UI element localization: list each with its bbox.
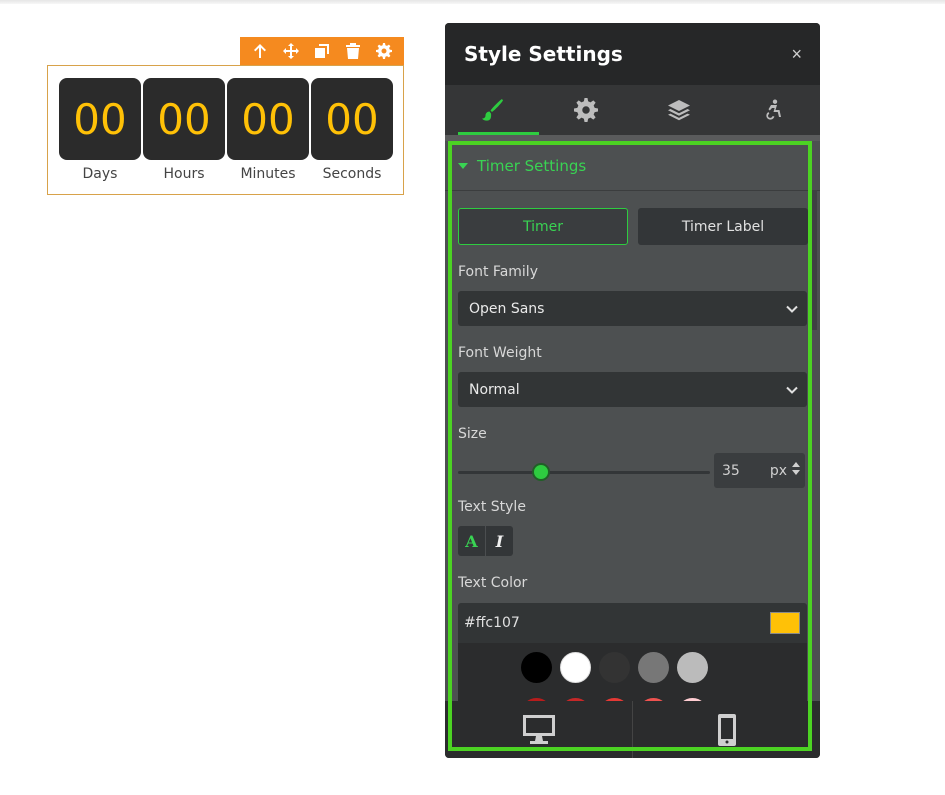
palette-color-swatch[interactable] <box>638 652 669 683</box>
text-color-label: Text Color <box>458 575 528 591</box>
section-toggle[interactable]: Timer Settings <box>445 141 820 191</box>
countdown-label: Seconds <box>322 166 382 182</box>
delete-button[interactable] <box>340 38 366 64</box>
caret-down-icon <box>458 162 468 169</box>
element-toolbar <box>240 37 404 65</box>
chevron-down-icon <box>786 386 798 394</box>
copy-icon <box>314 44 329 58</box>
brush-icon <box>481 99 503 121</box>
accessibility-icon <box>766 99 782 120</box>
font-family-select[interactable]: Open Sans <box>458 291 807 326</box>
mobile-view-button[interactable] <box>632 701 820 758</box>
panel-header: Style Settings × <box>445 23 820 85</box>
palette-color-swatch[interactable] <box>521 652 552 683</box>
text-style-toggle: A I <box>458 526 513 556</box>
size-value: 35 <box>722 462 740 479</box>
move-icon <box>282 43 299 59</box>
size-slider-track[interactable] <box>458 471 710 474</box>
close-button[interactable]: × <box>791 44 802 65</box>
device-switcher <box>445 701 820 758</box>
duplicate-button[interactable] <box>309 38 335 64</box>
timer-settings-section: Timer Settings Timer Timer Label Font Fa… <box>445 141 820 703</box>
style-settings-panel: Style Settings × Timer Settings Timer Ti… <box>445 23 820 758</box>
countdown-timer[interactable]: 00 Days 00 Hours 00 Minutes 00 Seconds <box>47 65 404 195</box>
font-family-value: Open Sans <box>469 300 545 317</box>
element-settings-button[interactable] <box>371 38 397 64</box>
countdown-seconds: 00 Seconds <box>311 78 393 182</box>
countdown-value: 00 <box>311 78 393 160</box>
text-style-label: Text Style <box>458 499 526 515</box>
tab-settings[interactable] <box>539 85 633 135</box>
page-top-border <box>0 0 945 4</box>
desktop-icon <box>522 714 555 744</box>
palette-color-swatch[interactable] <box>560 652 591 683</box>
size-slider-handle[interactable] <box>532 463 551 481</box>
layers-icon <box>668 100 691 121</box>
drag-button[interactable] <box>278 38 304 64</box>
tab-layers[interactable] <box>633 85 727 135</box>
palette-color-swatch[interactable] <box>677 652 708 683</box>
panel-title: Style Settings <box>464 42 623 66</box>
countdown-label: Minutes <box>240 166 296 182</box>
countdown-label: Hours <box>163 166 205 182</box>
countdown-value: 00 <box>143 78 225 160</box>
italic-button[interactable]: I <box>486 526 513 556</box>
font-weight-select[interactable]: Normal <box>458 372 807 407</box>
gear-icon <box>573 98 598 122</box>
tab-style[interactable] <box>445 85 539 135</box>
desktop-view-button[interactable] <box>445 701 632 758</box>
text-color-value: #ffc107 <box>464 615 520 631</box>
font-weight-value: Normal <box>469 381 520 398</box>
size-unit: px <box>769 462 787 479</box>
palette-color-swatch[interactable] <box>599 652 630 683</box>
color-palette <box>458 643 807 703</box>
countdown-hours: 00 Hours <box>143 78 225 182</box>
panel-tabs <box>445 85 820 135</box>
bold-button[interactable]: A <box>458 526 486 556</box>
font-family-label: Font Family <box>458 264 538 280</box>
text-color-input[interactable]: #ffc107 <box>458 603 807 643</box>
timer-tab-button[interactable]: Timer <box>458 208 628 245</box>
mobile-icon <box>717 713 736 746</box>
arrow-up-icon <box>253 44 266 58</box>
gear-icon <box>376 43 393 59</box>
move-up-button[interactable] <box>247 38 273 64</box>
countdown-label: Days <box>82 166 118 182</box>
font-weight-label: Font Weight <box>458 345 542 361</box>
size-input[interactable]: 35 px <box>714 453 805 488</box>
panel-scrollbar[interactable] <box>811 190 817 330</box>
size-label: Size <box>458 426 487 442</box>
trash-icon <box>346 43 361 59</box>
color-swatch[interactable] <box>770 612 800 634</box>
timer-label-tab-button[interactable]: Timer Label <box>638 208 808 245</box>
chevron-down-icon <box>786 305 798 313</box>
tab-accessibility[interactable] <box>726 85 820 135</box>
countdown-days: 00 Days <box>59 78 141 182</box>
size-stepper[interactable] <box>792 462 800 475</box>
timer-target-switch: Timer Timer Label <box>458 208 808 245</box>
countdown-value: 00 <box>59 78 141 160</box>
section-title: Timer Settings <box>477 156 587 175</box>
countdown-minutes: 00 Minutes <box>227 78 309 182</box>
countdown-value: 00 <box>227 78 309 160</box>
